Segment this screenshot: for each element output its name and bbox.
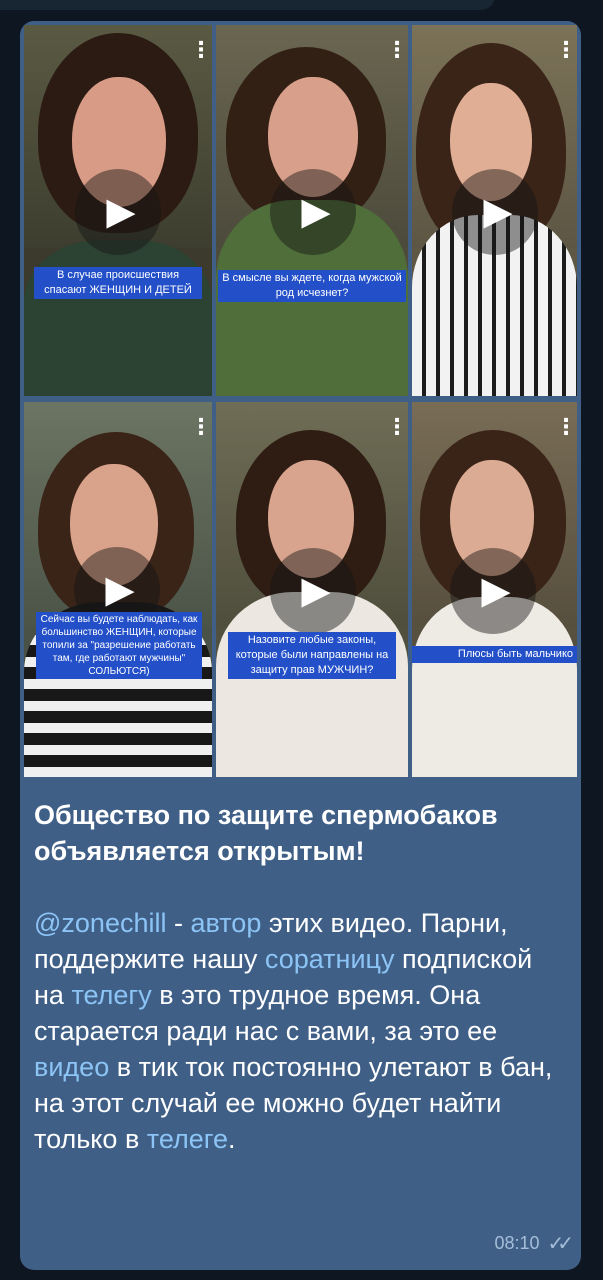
message-title: Общество по защите спермобаков объявляет… — [34, 800, 498, 866]
video-caption: Назовите любые законы, которые были напр… — [228, 632, 396, 679]
play-button[interactable]: ▶ — [450, 548, 536, 634]
video-thumbnail-3[interactable]: ▶ ⋮ — [412, 25, 577, 396]
more-icon[interactable]: ⋮ — [386, 39, 408, 61]
play-icon: ▶ — [301, 570, 331, 612]
play-icon: ▶ — [301, 191, 331, 233]
message-bubble[interactable]: ▶ ⋮ В случае происшествия спасают ЖЕНЩИН… — [20, 21, 581, 1270]
message-body: @zonechill - автор этих видео. Парни, по… — [34, 905, 569, 1157]
message-time: 08:10 — [494, 1233, 540, 1253]
message-text: Общество по защите спермобаков объявляет… — [34, 797, 569, 1157]
play-icon: ▶ — [106, 191, 136, 233]
more-icon[interactable]: ⋮ — [555, 416, 577, 438]
video-thumbnail-4[interactable]: ▶ ⋮ Сейчас вы будете наблюдать, как боль… — [24, 402, 212, 777]
previous-message-edge — [0, 0, 603, 12]
mention-link[interactable]: @zonechill — [34, 908, 166, 938]
video-thumbnail-5[interactable]: ▶ ⋮ Назовите любые законы, которые были … — [216, 402, 408, 777]
more-icon[interactable]: ⋮ — [555, 39, 577, 61]
video-caption: Плюсы быть мальчико — [412, 646, 577, 663]
video-thumbnail-1[interactable]: ▶ ⋮ В случае происшествия спасают ЖЕНЩИН… — [24, 25, 212, 396]
more-icon[interactable]: ⋮ — [386, 416, 408, 438]
body-text-segment: . — [228, 1124, 236, 1154]
play-button[interactable]: ▶ — [75, 169, 161, 255]
author-link[interactable]: автор — [190, 908, 261, 938]
play-icon: ▶ — [105, 569, 135, 611]
telegram-link[interactable]: телегу — [71, 980, 151, 1010]
video-thumbnail-6[interactable]: ▶ ⋮ Плюсы быть мальчико — [412, 402, 577, 777]
video-thumbnail-2[interactable]: ▶ ⋮ В смысле вы ждете, когда мужской род… — [216, 25, 408, 396]
play-button[interactable]: ▶ — [270, 548, 356, 634]
message-meta: 08:10 ✓✓ — [494, 1231, 573, 1256]
double-check-icon: ✓✓ — [547, 1233, 573, 1255]
more-icon[interactable]: ⋮ — [190, 416, 212, 438]
play-button[interactable]: ▶ — [452, 169, 538, 255]
play-icon: ▶ — [481, 570, 511, 612]
body-text-segment: в тик ток постоянно улетают в бан, на эт… — [34, 1052, 553, 1154]
play-button[interactable]: ▶ — [270, 169, 356, 255]
video-album: ▶ ⋮ В случае происшествия спасают ЖЕНЩИН… — [24, 25, 577, 777]
previous-bubble — [0, 0, 495, 10]
video-caption: Сейчас вы будете наблюдать, как большинс… — [36, 612, 202, 679]
video-caption: В случае происшествия спасают ЖЕНЩИН И Д… — [34, 267, 202, 299]
body-text-segment: - — [166, 908, 191, 938]
comrade-link[interactable]: соратницу — [265, 944, 395, 974]
play-icon: ▶ — [483, 191, 513, 233]
video-caption: В смысле вы ждете, когда мужской род исч… — [218, 270, 406, 302]
video-link[interactable]: видео — [34, 1052, 109, 1082]
more-icon[interactable]: ⋮ — [190, 39, 212, 61]
telegram-link-2[interactable]: телеге — [147, 1124, 228, 1154]
